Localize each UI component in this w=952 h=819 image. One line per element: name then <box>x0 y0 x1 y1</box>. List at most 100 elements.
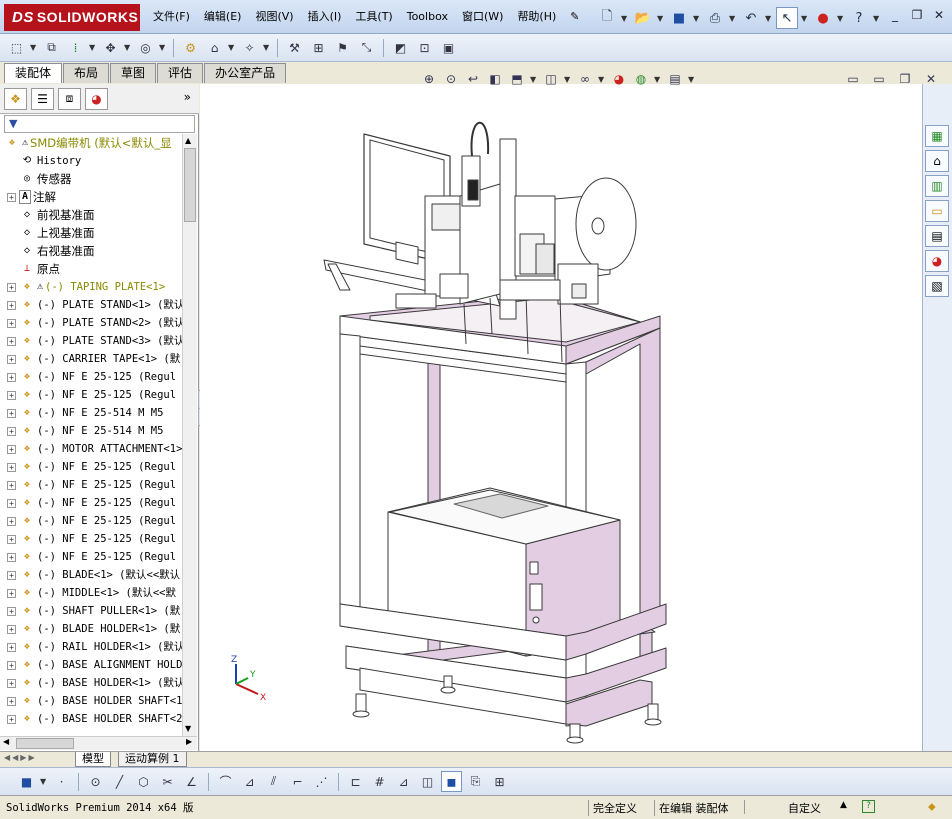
bill-of-materials-icon[interactable]: ⚒ <box>284 37 305 58</box>
save-icon[interactable]: ■ <box>16 771 37 792</box>
solidworks-resources-icon[interactable]: ▦ <box>925 125 949 147</box>
menu-insert[interactable]: 插入(I) <box>301 0 349 34</box>
tree-item[interactable]: + ❖ ⚠ (-) TAPING PLATE<1> <box>0 278 182 296</box>
instant3d-icon[interactable]: ▣ <box>438 37 459 58</box>
expand-icon[interactable]: + <box>7 516 16 526</box>
chevron-down-icon[interactable]: ▼ <box>654 75 662 84</box>
expand-icon[interactable]: + <box>7 696 16 706</box>
tree-item[interactable]: + ❖ (-) MOTOR ATTACHMENT<1> <box>0 440 182 458</box>
previous-view-icon[interactable]: ↩ <box>464 70 482 88</box>
section-view-icon[interactable]: ◧ <box>486 70 504 88</box>
chevron-down-icon[interactable]: ▼ <box>40 777 48 786</box>
tree-item[interactable]: + ❖ (-) MIDDLE<1> (默认<<默 <box>0 584 182 602</box>
zoom-to-fit-icon[interactable]: ⊕ <box>420 70 438 88</box>
menu-window[interactable]: 窗口(W) <box>455 0 510 34</box>
expand-icon[interactable]: + <box>7 552 16 562</box>
tree-item[interactable]: + ❖ (-) NF E 25-125 (Regul <box>0 548 182 566</box>
configuration-manager-tab-icon[interactable]: ⧈ <box>58 87 81 110</box>
chevron-down-icon[interactable]: ▼ <box>89 43 97 52</box>
design-library-icon[interactable]: ▥ <box>925 175 949 197</box>
units-up-arrow-icon[interactable]: ▲ <box>840 800 847 810</box>
tree-item[interactable]: + ❖ (-) BASE HOLDER SHAFT<2 <box>0 710 182 728</box>
tree-item[interactable]: + ❖ (-) PLATE STAND<2> (默认 <box>0 314 182 332</box>
show-hidden-icon[interactable]: ◎ <box>135 37 156 58</box>
exploded-view-icon[interactable]: ⊞ <box>308 37 329 58</box>
file-explorer-icon[interactable]: ▭ <box>925 200 949 222</box>
select-arrow-icon[interactable]: ↖ <box>776 7 798 29</box>
appearances-icon[interactable]: ◕ <box>925 250 949 272</box>
tree-vertical-scrollbar[interactable]: ▲ ▼ <box>182 134 197 737</box>
relations-icon[interactable]: ⊿ <box>393 771 414 792</box>
tree-item[interactable]: + ❖ (-) BASE HOLDER<1> (默认 <box>0 674 182 692</box>
tree-item[interactable]: + ❖ (-) CARRIER TAPE<1> (默 <box>0 350 182 368</box>
chevron-down-icon[interactable]: ▼ <box>688 75 696 84</box>
polygon-icon[interactable]: ⬡ <box>133 771 154 792</box>
scroll-down-icon[interactable]: ▼ <box>185 724 191 733</box>
chevron-down-icon[interactable]: ▼ <box>124 43 132 52</box>
interference-detection-icon[interactable]: ⤡ <box>356 37 377 58</box>
tab-motion-study[interactable]: 运动算例 1 <box>118 752 187 767</box>
tree-item[interactable]: + ❖ (-) RAIL HOLDER<1> (默认 <box>0 638 182 656</box>
chevron-down-icon[interactable]: ▼ <box>228 43 236 52</box>
tab-sketch[interactable]: 草图 <box>110 63 157 83</box>
reference-geometry-icon[interactable]: ⌂ <box>204 37 225 58</box>
expand-icon[interactable]: + <box>7 462 16 472</box>
expand-icon[interactable]: + <box>7 498 16 508</box>
expand-icon[interactable]: + <box>7 588 16 598</box>
expand-icon[interactable]: + <box>7 624 16 634</box>
chevron-down-icon[interactable]: ▼ <box>801 14 809 23</box>
view-settings-icon[interactable]: ▤ <box>666 70 684 88</box>
tree-root-assembly[interactable]: ❖ ⚠ SMD编带机 (默认<默认_显 <box>0 134 182 152</box>
tab-evaluate[interactable]: 评估 <box>157 63 204 83</box>
status-units[interactable]: 自定义 <box>788 800 821 816</box>
construction-line-icon[interactable]: ⫽ <box>263 771 284 792</box>
custom-properties-icon[interactable]: ▧ <box>925 275 949 297</box>
3d-sketch-icon[interactable]: ◫ <box>417 771 438 792</box>
scroll-left-icon[interactable]: ◀ <box>3 737 9 746</box>
tree-item[interactable]: ⟲ History <box>0 152 182 170</box>
menu-file[interactable]: 文件(F) <box>146 0 197 34</box>
grid-icon[interactable]: # <box>369 771 390 792</box>
expand-icon[interactable]: + <box>7 354 16 364</box>
chevron-down-icon[interactable]: ▼ <box>693 14 701 23</box>
pin-icon[interactable]: ✎ <box>563 0 586 34</box>
chevron-down-icon[interactable]: ▼ <box>621 14 629 23</box>
tab-nav-arrows-icon[interactable]: ◀◀▶▶ <box>4 753 37 762</box>
save-icon[interactable]: ■ <box>668 7 690 29</box>
help-status-icon[interactable]: ? <box>862 800 875 813</box>
chevron-down-icon[interactable]: ▼ <box>598 75 606 84</box>
expand-icon[interactable]: + <box>7 426 16 436</box>
menu-view[interactable]: 视图(V) <box>248 0 300 34</box>
tree-item[interactable]: + ❖ (-) NF E 25-125 (Regul <box>0 368 182 386</box>
tab-model[interactable]: 模型 <box>75 752 111 767</box>
viewport-tile-icon[interactable]: ▭ <box>870 70 888 88</box>
home-icon[interactable]: ⌂ <box>925 150 949 172</box>
menu-toolbox[interactable]: Toolbox <box>400 0 455 34</box>
chevron-down-icon[interactable]: ▼ <box>765 14 773 23</box>
expand-icon[interactable]: + <box>7 660 16 670</box>
solidworks-logo[interactable]: DS SOLIDWORKS <box>4 4 140 31</box>
chevron-down-icon[interactable]: ▼ <box>729 14 737 23</box>
scroll-right-icon[interactable]: ▶ <box>186 737 192 746</box>
print-icon[interactable]: ⎙ <box>704 7 726 29</box>
tree-item[interactable]: + ❖ (-) NF E 25-514 M M5 <box>0 404 182 422</box>
tree-item[interactable]: + A 注解 <box>0 188 182 206</box>
edit-appearance-icon[interactable]: ◕ <box>610 70 628 88</box>
tree-item[interactable]: + ❖ (-) NF E 25-514 M M5 <box>0 422 182 440</box>
viewport-minimize-icon[interactable]: ▭ <box>844 70 862 88</box>
tree-item[interactable]: + ❖ (-) NF E 25-125 (Regul <box>0 494 182 512</box>
dimension-icon[interactable]: ⊏ <box>345 771 366 792</box>
tab-layout[interactable]: 布局 <box>63 63 110 83</box>
property-manager-tab-icon[interactable]: ☰ <box>31 87 54 110</box>
apply-scene-icon[interactable]: ◍ <box>632 70 650 88</box>
graphics-viewport[interactable]: Z X Y <box>200 84 922 751</box>
new-document-icon[interactable]: 🗋 <box>596 7 618 29</box>
chevron-down-icon[interactable]: ▼ <box>30 43 38 52</box>
expand-icon[interactable]: + <box>7 408 16 418</box>
move-component-icon[interactable]: ✥ <box>100 37 121 58</box>
filter-field[interactable]: ▼ <box>4 115 195 133</box>
display-manager-tab-icon[interactable]: ◕ <box>85 87 108 110</box>
expand-icon[interactable]: + <box>7 192 16 202</box>
expand-icon[interactable]: + <box>7 318 16 328</box>
circle-icon[interactable]: ⊙ <box>85 771 106 792</box>
